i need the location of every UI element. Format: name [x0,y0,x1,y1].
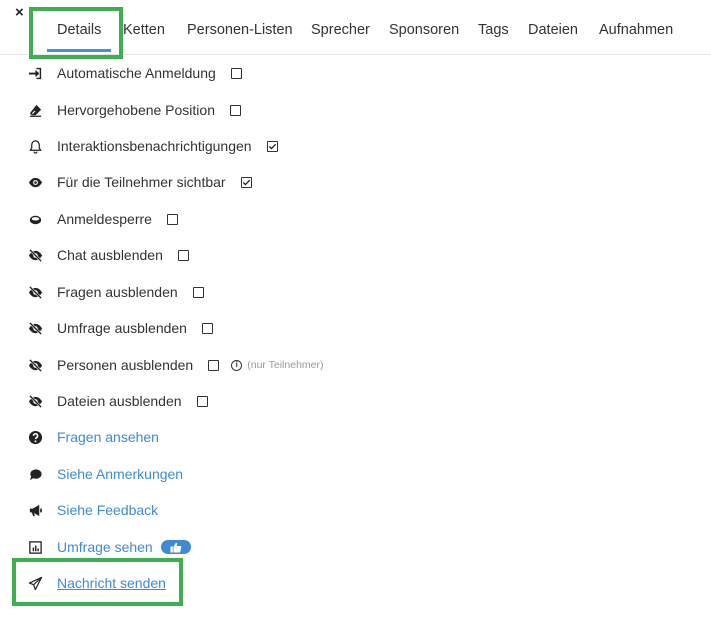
setting-label: Personen ausblenden [57,357,194,373]
setting-label: Hervorgehobene Position [57,102,215,118]
checkbox[interactable] [177,249,189,261]
tab-bar: Details Ketten Personen-Listen Sprecher … [0,0,711,55]
checkbox-checked[interactable] [266,140,278,152]
checkbox[interactable] [208,359,220,371]
setting-anmeldesperre: Anmeldesperre [27,209,178,229]
thumbs-up-icon [170,542,182,552]
active-tab-indicator [47,49,111,52]
setting-fragen-ausblenden: Fragen ausblenden [27,282,204,302]
bullhorn-icon [27,502,43,518]
eye-slash-icon [27,357,43,373]
thumbs-up-badge [160,540,191,554]
tab-dateien[interactable]: Dateien [528,22,578,38]
paper-plane-icon [27,575,43,591]
eraser-icon [27,102,43,118]
tab-details[interactable]: Details [57,22,101,38]
link-label[interactable]: Siehe Feedback [57,502,158,518]
link-nachricht-senden[interactable]: Nachricht senden [27,573,166,593]
eye-slash-icon [27,393,43,409]
bell-icon [27,138,43,154]
link-label[interactable]: Umfrage sehen [57,539,153,555]
link-umfrage-sehen[interactable]: Umfrage sehen [27,537,191,557]
tab-aufnahmen[interactable]: Aufnahmen [599,22,673,38]
checkbox[interactable] [230,104,241,116]
link-label[interactable]: Nachricht senden [57,575,166,591]
bar-chart-icon [27,539,43,555]
link-label[interactable]: Fragen ansehen [57,429,159,445]
eye-icon [27,174,43,190]
tab-sprecher[interactable]: Sprecher [311,22,370,38]
setting-label: Chat ausblenden [57,247,163,263]
setting-personen-ausblenden: Personen ausblenden i (nur Teilnehmer) [27,355,324,375]
setting-label: Für die Teilnehmer sichtbar [57,174,226,190]
link-label[interactable]: Siehe Anmerkungen [57,466,183,482]
link-fragen-ansehen[interactable]: Fragen ansehen [27,427,159,447]
checkbox[interactable] [192,286,204,298]
ring-icon [27,211,43,227]
setting-label: Fragen ausblenden [57,284,178,300]
setting-label: Anmeldesperre [57,211,152,227]
checkbox[interactable] [230,67,242,79]
link-siehe-feedback[interactable]: Siehe Feedback [27,500,158,520]
link-siehe-anmerkungen[interactable]: Siehe Anmerkungen [27,464,183,484]
setting-dateien-ausblenden: Dateien ausblenden [27,391,208,411]
setting-umfrage-ausblenden: Umfrage ausblenden [27,318,213,338]
setting-label: Dateien ausblenden [57,393,182,409]
checkbox[interactable] [201,322,213,334]
tab-personen-listen[interactable]: Personen-Listen [187,22,293,38]
setting-interaktionsbenachrichtigungen: Interaktionsbenachrichtigungen [27,136,278,156]
setting-fuer-die-teilnehmer-sichtbar: Für die Teilnehmer sichtbar [27,172,252,192]
participants-only-note: (nur Teilnehmer) [247,359,324,371]
setting-hervorgehobene-position: Hervorgehobene Position [27,100,241,120]
setting-label: Interaktionsbenachrichtigungen [57,138,252,154]
checkbox-checked[interactable] [240,176,252,188]
eye-slash-icon [27,247,43,263]
eye-slash-icon [27,284,43,300]
setting-chat-ausblenden: Chat ausblenden [27,245,189,265]
sign-in-icon [27,65,43,81]
checkbox[interactable] [166,213,178,225]
eye-slash-icon [27,320,43,336]
setting-label: Automatische Anmeldung [57,65,216,81]
question-circle-icon [27,429,43,445]
tab-ketten[interactable]: Ketten [123,22,165,38]
setting-automatische-anmeldung: Automatische Anmeldung [27,63,242,83]
checkbox[interactable] [196,395,208,407]
info-icon[interactable]: i [231,359,243,371]
tab-sponsoren[interactable]: Sponsoren [389,22,459,38]
setting-label: Umfrage ausblenden [57,320,187,336]
comment-icon [27,466,43,482]
tab-tags[interactable]: Tags [478,22,509,38]
